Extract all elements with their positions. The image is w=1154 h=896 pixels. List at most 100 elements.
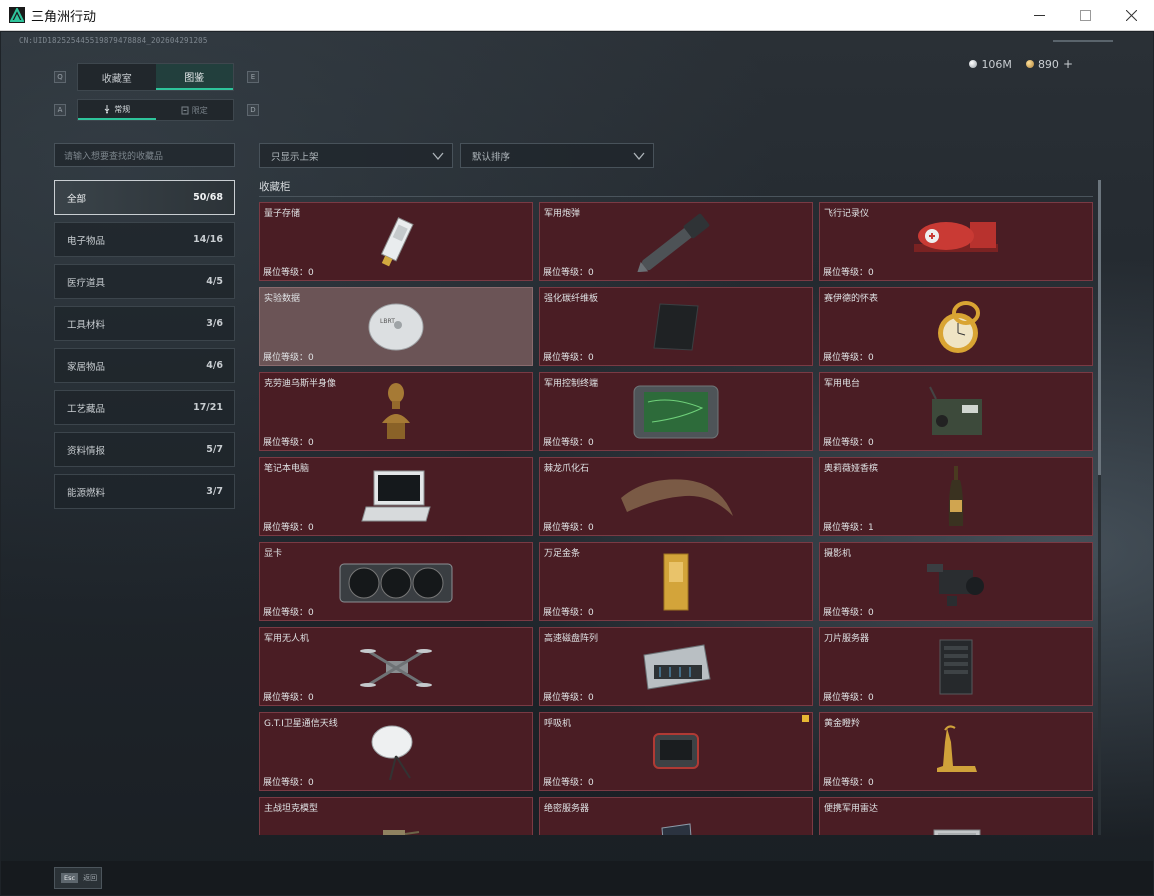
level-value: 0 bbox=[588, 268, 594, 278]
tab-prev-key[interactable]: Q bbox=[54, 71, 66, 83]
subtab-limited-label: 限定 bbox=[191, 105, 208, 115]
gold-bar-icon bbox=[661, 552, 691, 612]
chevron-down-icon bbox=[432, 152, 444, 161]
category-name: 工具材料 bbox=[67, 319, 106, 331]
collectible-card[interactable]: 呼吸机 展位等级：0 bbox=[539, 712, 813, 791]
collectible-card[interactable]: 高速磁盘阵列 展位等级：0 bbox=[539, 627, 813, 706]
tab-catalog[interactable]: 图鉴 bbox=[155, 64, 233, 90]
category-all[interactable]: 全部 50/68 bbox=[54, 180, 235, 215]
collectible-level: 展位等级：0 bbox=[823, 690, 874, 703]
collectible-name: 军用控制终端 bbox=[544, 379, 599, 389]
shelf-filter-value: 只显示上架 bbox=[271, 151, 319, 163]
collectible-card[interactable]: 强化碳纤维板 展位等级：0 bbox=[539, 287, 813, 366]
gold-gazelle-icon bbox=[925, 722, 987, 782]
category-name: 能源燃料 bbox=[67, 487, 106, 499]
collectible-card[interactable]: 笔记本电脑 展位等级：0 bbox=[259, 457, 533, 536]
collectible-card[interactable]: 便携军用雷达 bbox=[819, 797, 1093, 835]
collectible-name: 克劳迪乌斯半身像 bbox=[264, 379, 337, 389]
collectible-card[interactable]: 实验数据 LBRT 展位等级：0 bbox=[259, 287, 533, 366]
category-name: 家居物品 bbox=[67, 361, 106, 373]
footer-bar: Esc 返回 bbox=[1, 861, 1153, 895]
collectible-card[interactable]: 奥莉薇娅香槟 展位等级：1 bbox=[819, 457, 1093, 536]
tank-model-icon bbox=[371, 822, 421, 835]
collectible-card[interactable]: 军用电台 展位等级：0 bbox=[819, 372, 1093, 451]
category-tools[interactable]: 工具材料 3/6 bbox=[54, 306, 235, 341]
category-name: 电子物品 bbox=[67, 235, 106, 247]
collectible-name: 刀片服务器 bbox=[824, 634, 870, 644]
category-name: 医疗道具 bbox=[67, 277, 106, 289]
category-count: 50/68 bbox=[193, 192, 223, 203]
collectible-card[interactable]: 飞行记录仪 展位等级：0 bbox=[819, 202, 1093, 281]
collectible-name: 量子存储 bbox=[264, 209, 301, 219]
collectible-card[interactable]: 棘龙爪化石 展位等级：0 bbox=[539, 457, 813, 536]
pocket-watch-icon bbox=[928, 297, 984, 357]
level-label: 展位等级： bbox=[543, 608, 589, 618]
collectible-name: 主战坦克模型 bbox=[264, 804, 319, 814]
level-value: 0 bbox=[588, 608, 594, 618]
currency-gold[interactable]: 890 + bbox=[1025, 57, 1073, 71]
collectible-card[interactable]: 摄影机 展位等级：0 bbox=[819, 542, 1093, 621]
collectible-card[interactable]: 军用炮弹 展位等级：0 bbox=[539, 202, 813, 281]
collectible-card[interactable]: 赛伊德的怀表 展位等级：0 bbox=[819, 287, 1093, 366]
back-button[interactable]: Esc 返回 bbox=[54, 867, 102, 889]
category-medical[interactable]: 医疗道具 4/5 bbox=[54, 264, 235, 299]
subtab-next-key[interactable]: D bbox=[247, 104, 259, 116]
close-button[interactable] bbox=[1108, 0, 1154, 31]
collectible-name: 强化碳纤维板 bbox=[544, 294, 599, 304]
level-label: 展位等级： bbox=[543, 438, 589, 448]
subtab-limited[interactable]: 限定 bbox=[156, 100, 234, 120]
collectible-card[interactable]: 刀片服务器展位等级：0 bbox=[819, 627, 1093, 706]
tab-collection-room[interactable]: 收藏室 bbox=[78, 64, 156, 90]
collectible-name: 摄影机 bbox=[824, 549, 852, 559]
category-sidebar: 全部 50/68 电子物品 14/16 医疗道具 4/5 工具材料 3/6 家居… bbox=[54, 180, 235, 516]
collectible-level: 展位等级：0 bbox=[263, 350, 314, 363]
collectible-name: 棘龙爪化石 bbox=[544, 464, 590, 474]
level-value: 0 bbox=[308, 778, 314, 788]
satellite-dish-icon bbox=[370, 722, 422, 782]
level-label: 展位等级： bbox=[263, 268, 309, 278]
window-title: 三角洲行动 bbox=[31, 9, 97, 25]
collectible-name: G.T.I卫星通信天线 bbox=[264, 719, 338, 729]
level-label: 展位等级： bbox=[823, 778, 869, 788]
collectible-card[interactable]: 万足金条 展位等级：0 bbox=[539, 542, 813, 621]
collectible-card[interactable]: 军用无人机 展位等级：0 bbox=[259, 627, 533, 706]
search-input[interactable]: 请输入想要查找的收藏品 bbox=[54, 143, 235, 167]
collection-grid-viewport: 量子存储 展位等级：0 军用炮弹 展位等级：0 飞行记录仪 展位等级：0 实验数据 LBRT 展… bbox=[259, 202, 1093, 835]
category-electronics[interactable]: 电子物品 14/16 bbox=[54, 222, 235, 257]
level-label: 展位等级： bbox=[263, 778, 309, 788]
collectible-card[interactable]: 黄金瞪羚 展位等级：0 bbox=[819, 712, 1093, 791]
esc-key: Esc bbox=[61, 873, 79, 883]
tab-next-key[interactable]: E bbox=[247, 71, 259, 83]
game-viewport: CN:UID18252544551987947888​4_20260429120… bbox=[1, 32, 1153, 895]
category-household[interactable]: 家居物品 4/6 bbox=[54, 348, 235, 383]
collectible-card[interactable]: G.T.I卫星通信天线 展位等级：0 bbox=[259, 712, 533, 791]
collectible-level: 展位等级：0 bbox=[263, 605, 314, 618]
add-currency-icon[interactable]: + bbox=[1063, 57, 1073, 71]
collectible-card[interactable]: 克劳迪乌斯半身像 展位等级：0 bbox=[259, 372, 533, 451]
collectible-card[interactable]: 主战坦克模型 bbox=[259, 797, 533, 835]
sub-tabs: 常规 限定 bbox=[77, 99, 234, 121]
level-label: 展位等级： bbox=[543, 353, 589, 363]
subtab-regular[interactable]: 常规 bbox=[78, 100, 156, 120]
minimize-button[interactable] bbox=[1016, 0, 1062, 31]
category-energy[interactable]: 能源燃料 3/7 bbox=[54, 474, 235, 509]
collectible-name: 绝密服务器 bbox=[544, 804, 590, 814]
carbon-plate-icon bbox=[652, 302, 700, 352]
shelf-filter-dropdown[interactable]: 只显示上架 bbox=[259, 143, 453, 168]
collectible-level: 展位等级：0 bbox=[263, 520, 314, 533]
category-intel[interactable]: 资料情报 5/7 bbox=[54, 432, 235, 467]
collectible-card[interactable]: 军用控制终端 展位等级：0 bbox=[539, 372, 813, 451]
collectible-level: 展位等级：1 bbox=[823, 520, 874, 533]
category-crafts[interactable]: 工艺藏品 17/21 bbox=[54, 390, 235, 425]
level-value: 0 bbox=[868, 608, 874, 618]
collectible-card[interactable]: 显卡 展位等级：0 bbox=[259, 542, 533, 621]
collectible-card[interactable]: 量子存储 展位等级：0 bbox=[259, 202, 533, 281]
collectible-level: 展位等级：0 bbox=[543, 435, 594, 448]
level-label: 展位等级： bbox=[543, 778, 589, 788]
collectible-card[interactable]: 绝密服务器 bbox=[539, 797, 813, 835]
category-count: 3/7 bbox=[206, 486, 223, 497]
scrollbar-thumb[interactable] bbox=[1098, 180, 1101, 475]
subtab-prev-key[interactable]: A bbox=[54, 104, 66, 116]
sort-dropdown[interactable]: 默认排序 bbox=[460, 143, 654, 168]
maximize-button[interactable] bbox=[1062, 0, 1108, 31]
